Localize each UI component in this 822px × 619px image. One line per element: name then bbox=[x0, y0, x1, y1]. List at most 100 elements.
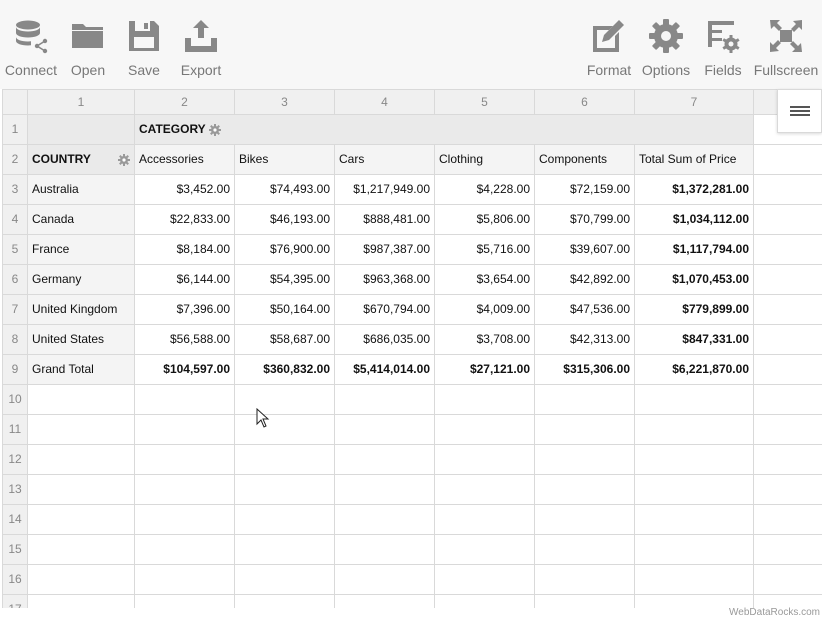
value-cell[interactable]: $6,144.00 bbox=[135, 265, 235, 295]
column-header[interactable]: 7 bbox=[635, 90, 754, 115]
value-cell[interactable]: $1,034,112.00 bbox=[635, 205, 754, 235]
category-header[interactable]: CATEGORY bbox=[135, 115, 754, 145]
column-header[interactable]: 6 bbox=[535, 90, 635, 115]
category-column-header[interactable]: Total Sum of Price bbox=[635, 145, 754, 175]
value-cell[interactable]: $987,387.00 bbox=[335, 235, 435, 265]
row-header[interactable]: 3 bbox=[3, 175, 28, 205]
row-header[interactable]: 15 bbox=[3, 535, 28, 565]
empty-cell[interactable] bbox=[28, 595, 135, 608]
empty-cell[interactable] bbox=[235, 595, 335, 608]
empty-cell[interactable] bbox=[635, 505, 754, 535]
empty-cell[interactable] bbox=[135, 535, 235, 565]
value-cell[interactable]: $779,899.00 bbox=[635, 295, 754, 325]
value-cell[interactable]: $1,117,794.00 bbox=[635, 235, 754, 265]
empty-cell[interactable] bbox=[535, 565, 635, 595]
empty-cell[interactable] bbox=[435, 595, 535, 608]
value-cell[interactable]: $50,164.00 bbox=[235, 295, 335, 325]
empty-cell[interactable] bbox=[335, 415, 435, 445]
empty-cell[interactable] bbox=[135, 475, 235, 505]
value-cell[interactable]: $72,159.00 bbox=[535, 175, 635, 205]
value-cell[interactable]: $46,193.00 bbox=[235, 205, 335, 235]
grand-total-cell[interactable]: $104,597.00 bbox=[135, 355, 235, 385]
column-header[interactable]: 5 bbox=[435, 90, 535, 115]
value-cell[interactable]: $56,588.00 bbox=[135, 325, 235, 355]
value-cell[interactable]: $70,799.00 bbox=[535, 205, 635, 235]
category-column-header[interactable]: Clothing bbox=[435, 145, 535, 175]
empty-cell[interactable] bbox=[28, 535, 135, 565]
empty-cell[interactable] bbox=[28, 565, 135, 595]
row-header[interactable]: 11 bbox=[3, 415, 28, 445]
empty-cell[interactable] bbox=[535, 535, 635, 565]
empty-cell[interactable] bbox=[28, 505, 135, 535]
empty-cell[interactable] bbox=[535, 505, 635, 535]
row-header[interactable]: 4 bbox=[3, 205, 28, 235]
row-header[interactable]: 6 bbox=[3, 265, 28, 295]
row-header[interactable]: 7 bbox=[3, 295, 28, 325]
row-header[interactable]: 16 bbox=[3, 565, 28, 595]
country-row-label[interactable]: Canada bbox=[28, 205, 135, 235]
empty-cell[interactable] bbox=[135, 565, 235, 595]
empty-cell[interactable] bbox=[435, 415, 535, 445]
country-row-label[interactable]: France bbox=[28, 235, 135, 265]
empty-cell[interactable] bbox=[235, 385, 335, 415]
column-header[interactable]: 4 bbox=[335, 90, 435, 115]
grand-total-cell[interactable]: $6,221,870.00 bbox=[635, 355, 754, 385]
value-cell[interactable]: $3,654.00 bbox=[435, 265, 535, 295]
empty-cell[interactable] bbox=[435, 535, 535, 565]
empty-cell[interactable] bbox=[235, 505, 335, 535]
empty-cell[interactable] bbox=[335, 595, 435, 608]
empty-cell[interactable] bbox=[235, 415, 335, 445]
value-cell[interactable]: $963,368.00 bbox=[335, 265, 435, 295]
value-cell[interactable]: $1,070,453.00 bbox=[635, 265, 754, 295]
value-cell[interactable]: $1,372,281.00 bbox=[635, 175, 754, 205]
empty-cell[interactable] bbox=[28, 445, 135, 475]
empty-cell[interactable] bbox=[535, 445, 635, 475]
empty-cell[interactable] bbox=[28, 415, 135, 445]
value-cell[interactable]: $5,716.00 bbox=[435, 235, 535, 265]
row-header[interactable]: 5 bbox=[3, 235, 28, 265]
value-cell[interactable]: $7,396.00 bbox=[135, 295, 235, 325]
empty-cell[interactable] bbox=[435, 565, 535, 595]
empty-cell[interactable] bbox=[635, 445, 754, 475]
empty-cell[interactable] bbox=[335, 565, 435, 595]
empty-cell[interactable] bbox=[754, 535, 822, 565]
value-cell[interactable]: $4,228.00 bbox=[435, 175, 535, 205]
empty-cell[interactable] bbox=[335, 475, 435, 505]
empty-cell[interactable] bbox=[535, 385, 635, 415]
category-column-header[interactable]: Accessories bbox=[135, 145, 235, 175]
value-cell[interactable]: $5,806.00 bbox=[435, 205, 535, 235]
country-row-label[interactable]: United Kingdom bbox=[28, 295, 135, 325]
value-cell[interactable]: $58,687.00 bbox=[235, 325, 335, 355]
empty-cell[interactable] bbox=[635, 565, 754, 595]
category-column-header[interactable]: Bikes bbox=[235, 145, 335, 175]
empty-cell[interactable] bbox=[635, 385, 754, 415]
empty-cell[interactable] bbox=[635, 535, 754, 565]
export-button[interactable]: Export bbox=[178, 18, 224, 82]
row-header[interactable]: 13 bbox=[3, 475, 28, 505]
empty-cell[interactable] bbox=[235, 445, 335, 475]
grand-total-cell[interactable]: $5,414,014.00 bbox=[335, 355, 435, 385]
empty-cell[interactable] bbox=[754, 475, 822, 505]
value-cell[interactable]: $3,708.00 bbox=[435, 325, 535, 355]
grand-total-cell[interactable]: $315,306.00 bbox=[535, 355, 635, 385]
column-header[interactable]: 2 bbox=[135, 90, 235, 115]
value-cell[interactable]: $847,331.00 bbox=[635, 325, 754, 355]
empty-cell[interactable] bbox=[135, 415, 235, 445]
row-header[interactable]: 1 bbox=[3, 115, 28, 145]
value-cell[interactable]: $670,794.00 bbox=[335, 295, 435, 325]
empty-cell[interactable] bbox=[335, 385, 435, 415]
empty-cell[interactable] bbox=[754, 565, 822, 595]
row-header[interactable]: 17 bbox=[3, 595, 28, 608]
value-cell[interactable]: $3,452.00 bbox=[135, 175, 235, 205]
value-cell[interactable]: $1,217,949.00 bbox=[335, 175, 435, 205]
connect-button[interactable]: Connect bbox=[4, 18, 58, 82]
value-cell[interactable]: $47,536.00 bbox=[535, 295, 635, 325]
empty-cell[interactable] bbox=[754, 385, 822, 415]
empty-cell[interactable] bbox=[235, 475, 335, 505]
row-header[interactable]: 2 bbox=[3, 145, 28, 175]
empty-cell[interactable] bbox=[635, 475, 754, 505]
grand-total-cell[interactable]: $360,832.00 bbox=[235, 355, 335, 385]
empty-cell[interactable] bbox=[435, 475, 535, 505]
empty-cell[interactable] bbox=[335, 505, 435, 535]
country-row-label[interactable]: Germany bbox=[28, 265, 135, 295]
